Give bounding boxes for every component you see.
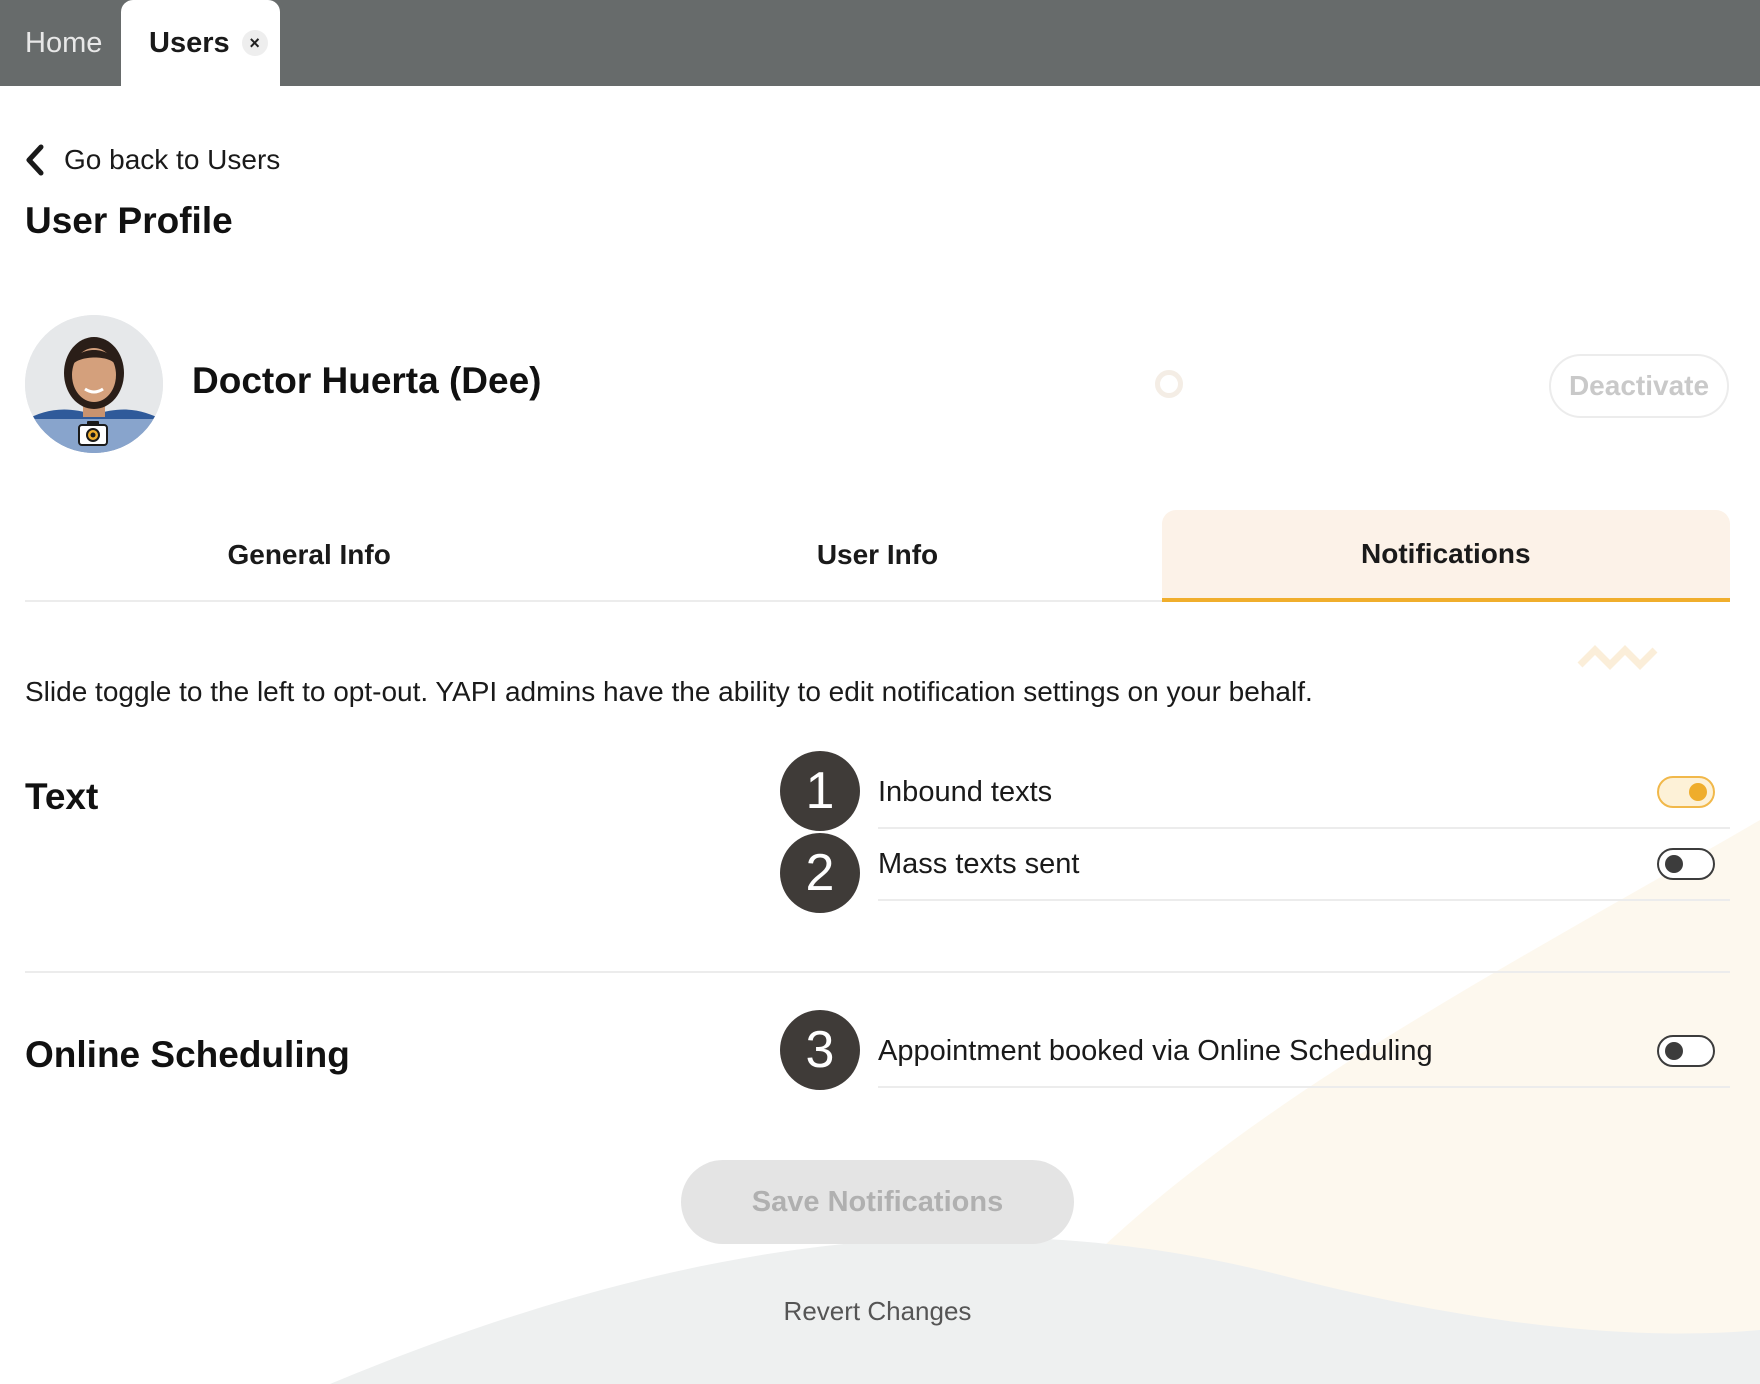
top-tab-home[interactable]: Home bbox=[25, 0, 102, 86]
mass-texts-toggle[interactable] bbox=[1657, 848, 1715, 880]
section-title-text: Text bbox=[25, 776, 99, 817]
back-link[interactable]: Go back to Users bbox=[24, 140, 280, 180]
loading-indicator bbox=[1155, 370, 1183, 398]
tab-notifications[interactable]: Notifications bbox=[1161, 510, 1730, 602]
toggle-knob bbox=[1689, 783, 1707, 801]
toggle-knob bbox=[1665, 1042, 1683, 1060]
top-tab-users-label: Users bbox=[149, 26, 230, 59]
step-badge: 2 bbox=[780, 833, 860, 913]
notification-label: Mass texts sent bbox=[878, 847, 1080, 880]
inbound-texts-toggle[interactable] bbox=[1657, 776, 1715, 808]
close-icon[interactable]: × bbox=[241, 30, 268, 56]
user-name: Doctor Huerta (Dee) bbox=[192, 360, 542, 401]
back-link-label: Go back to Users bbox=[64, 144, 281, 175]
notification-row-mass-texts: Mass texts sent bbox=[878, 829, 1730, 901]
toggle-knob bbox=[1665, 855, 1683, 873]
step-badge: 1 bbox=[780, 751, 860, 831]
revert-changes-link[interactable]: Revert Changes bbox=[681, 1296, 1074, 1327]
section-divider bbox=[25, 971, 1730, 973]
notification-label: Inbound texts bbox=[878, 775, 1053, 808]
intro-text: Slide toggle to the left to opt-out. YAP… bbox=[25, 676, 1313, 707]
deactivate-button[interactable]: Deactivate bbox=[1549, 354, 1729, 418]
camera-icon[interactable] bbox=[78, 420, 108, 446]
tab-general-info[interactable]: General Info bbox=[25, 510, 593, 600]
save-notifications-button[interactable]: Save Notifications bbox=[681, 1160, 1074, 1244]
profile-tabs: General Info User Info Notifications bbox=[25, 510, 1730, 602]
appointment-booked-toggle[interactable] bbox=[1657, 1035, 1715, 1067]
top-tab-users[interactable]: Users × bbox=[121, 0, 280, 86]
chevron-left-icon bbox=[24, 140, 64, 180]
notification-row-appointment-booked: Appointment booked via Online Scheduling bbox=[878, 1016, 1730, 1088]
section-title-online-scheduling: Online Scheduling bbox=[25, 1034, 350, 1075]
top-tab-home-label: Home bbox=[25, 26, 103, 59]
page-title: User Profile bbox=[25, 200, 233, 241]
top-tab-bar: Home Users × bbox=[0, 0, 1760, 86]
notification-label: Appointment booked via Online Scheduling bbox=[878, 1034, 1433, 1067]
tab-user-info[interactable]: User Info bbox=[593, 510, 1161, 600]
notification-row-inbound-texts: Inbound texts bbox=[878, 757, 1730, 829]
step-badge: 3 bbox=[780, 1010, 860, 1090]
